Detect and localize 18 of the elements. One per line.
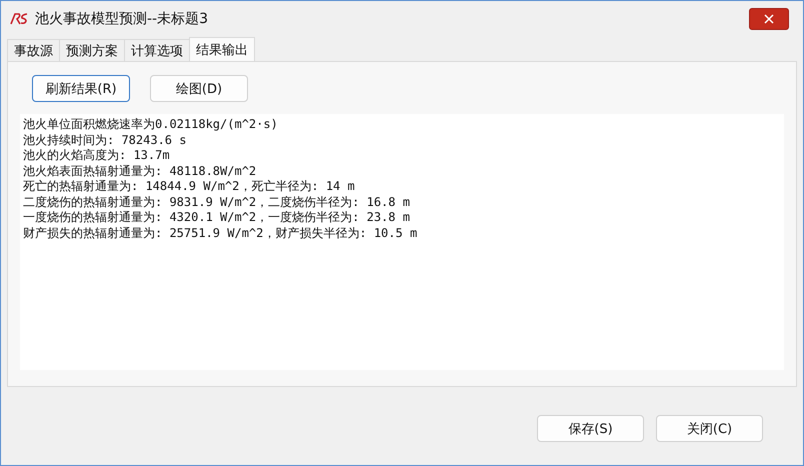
action-button[interactable]: 绘图(D) <box>150 75 248 102</box>
dialog-button[interactable]: 保存(S) <box>537 415 644 442</box>
close-button[interactable] <box>749 8 789 30</box>
result-line: 死亡的热辐射通量为: 14844.9 W/m^2，死亡半径为: 14 m <box>23 179 355 194</box>
result-line: 池火持续时间为: 78243.6 s <box>23 132 186 148</box>
result-line: 二度烧伤的热辐射通量为: 9831.9 W/m^2，二度烧伤半径为: 16.8 m <box>23 194 410 210</box>
window-title: 池火事故模型预测--未标题3 <box>35 10 210 28</box>
tab[interactable]: 结果输出 <box>189 37 255 61</box>
result-line: 一度烧伤的热辐射通量为: 4320.1 W/m^2，一度烧伤半径为: 23.8 m <box>23 210 410 226</box>
logo-icon <box>9 13 29 25</box>
action-button[interactable]: 刷新结果(R) <box>32 75 130 102</box>
result-line: 池火的火焰高度为: 13.7m <box>23 148 170 164</box>
dialog-button[interactable]: 关闭(C) <box>656 415 763 442</box>
tab[interactable]: 事故源 <box>7 39 60 61</box>
result-line: 池火焰表面热辐射通量为: 48118.8W/m^2 <box>23 164 256 179</box>
close-icon <box>764 14 774 24</box>
result-line: 财产损失的热辐射通量为: 25751.9 W/m^2，财产损失半径为: 10.5 m <box>23 226 418 241</box>
result-line: 池火单位面积燃烧速率为0.02118kg/(m^2·s) <box>23 117 278 132</box>
